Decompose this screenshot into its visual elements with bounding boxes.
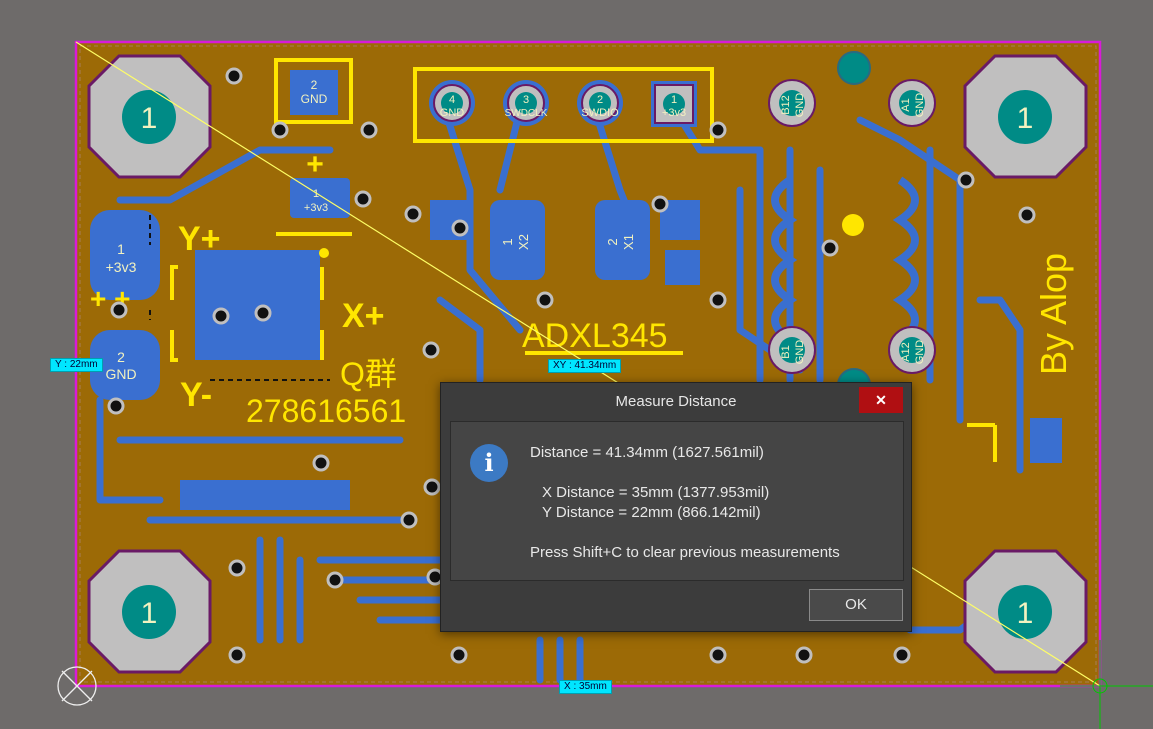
svg-text:3: 3	[523, 94, 529, 106]
svg-text:GND: GND	[914, 340, 926, 365]
measure-distance-dialog: Measure Distance ✕ i Distance = 41.34mm …	[440, 382, 912, 632]
label-y-minus: Y-	[180, 376, 212, 414]
measure-label-x: X : 35mm	[559, 680, 612, 694]
svg-text:+: +	[306, 148, 324, 181]
dialog-title: Measure Distance	[615, 393, 737, 410]
svg-text:1: 1	[500, 238, 515, 245]
svg-text:2: 2	[117, 349, 125, 365]
dialog-body: i Distance = 41.34mm (1627.561mil) X Dis…	[450, 421, 904, 581]
svg-text:2: 2	[311, 78, 318, 92]
x-distance-text: X Distance = 35mm (1377.953mil)	[542, 484, 770, 501]
svg-text:A12: A12	[900, 342, 912, 362]
mount-hole-top-right[interactable]: 1	[963, 54, 1088, 179]
mount-hole-label: 1	[141, 102, 158, 135]
measure-label-xy: XY : 41.34mm	[548, 359, 622, 373]
label-group: Q群	[340, 356, 397, 392]
measure-label-y: Y : 22mm	[50, 358, 103, 372]
ok-button[interactable]: OK	[809, 589, 903, 621]
svg-text:1: 1	[671, 94, 677, 106]
distance-text: Distance = 41.34mm (1627.561mil)	[530, 444, 764, 461]
mount-hole-label: 1	[1017, 102, 1034, 135]
svg-text:+3v3: +3v3	[662, 107, 686, 119]
mount-hole-top-left[interactable]: 1	[87, 54, 212, 179]
svg-text:X1: X1	[621, 234, 636, 250]
svg-text:A1: A1	[900, 98, 912, 111]
mount-hole-label: 1	[1017, 597, 1034, 630]
info-icon: i	[470, 444, 508, 482]
header-pin-3[interactable]: 3 SWDCLK	[503, 80, 549, 126]
svg-text:4: 4	[449, 94, 455, 106]
label-y-plus: Y+	[178, 220, 221, 258]
label-x-plus: X+	[342, 297, 385, 335]
svg-text:GND: GND	[105, 366, 136, 382]
svg-text:GND: GND	[794, 93, 806, 118]
svg-text:GND: GND	[301, 92, 328, 106]
header-pin-1[interactable]: 1 +3v3	[651, 81, 697, 127]
svg-text:+3v3: +3v3	[106, 259, 137, 275]
pad-b1[interactable]: B1 GND	[768, 326, 816, 374]
close-button[interactable]: ✕	[859, 387, 903, 413]
header-pin-2[interactable]: 2 SWDIO	[577, 80, 623, 126]
hint-text: Press Shift+C to clear previous measurem…	[530, 544, 840, 561]
pad-b12[interactable]: B12 GND	[768, 79, 816, 127]
svg-text:1: 1	[117, 241, 125, 257]
svg-text:X2: X2	[516, 234, 531, 250]
header-pin-4[interactable]: 4 GND	[429, 80, 475, 126]
pad-a12[interactable]: A12 GND	[888, 326, 936, 374]
svg-text:GND: GND	[914, 93, 926, 118]
svg-text:2: 2	[605, 238, 620, 245]
svg-text:B1: B1	[780, 345, 792, 358]
dialog-titlebar[interactable]: Measure Distance ✕	[441, 383, 911, 419]
label-group-number: 278616561	[246, 393, 406, 429]
svg-text:GND: GND	[794, 340, 806, 365]
svg-text:+3v3: +3v3	[304, 202, 328, 214]
mount-hole-bottom-left[interactable]: 1	[87, 549, 212, 674]
svg-text:GND: GND	[440, 107, 465, 119]
svg-text:SWDCLK: SWDCLK	[505, 108, 548, 119]
label-author: By Alop	[1033, 253, 1074, 375]
svg-text:B12: B12	[780, 95, 792, 115]
pad-a1[interactable]: A1 GND	[888, 79, 936, 127]
mount-hole-bottom-right[interactable]: 1	[963, 549, 1088, 674]
y-distance-text: Y Distance = 22mm (866.142mil)	[542, 504, 761, 521]
mount-hole-label: 1	[141, 597, 158, 630]
svg-text:2: 2	[597, 94, 603, 106]
svg-text:SWDIO: SWDIO	[581, 107, 619, 119]
